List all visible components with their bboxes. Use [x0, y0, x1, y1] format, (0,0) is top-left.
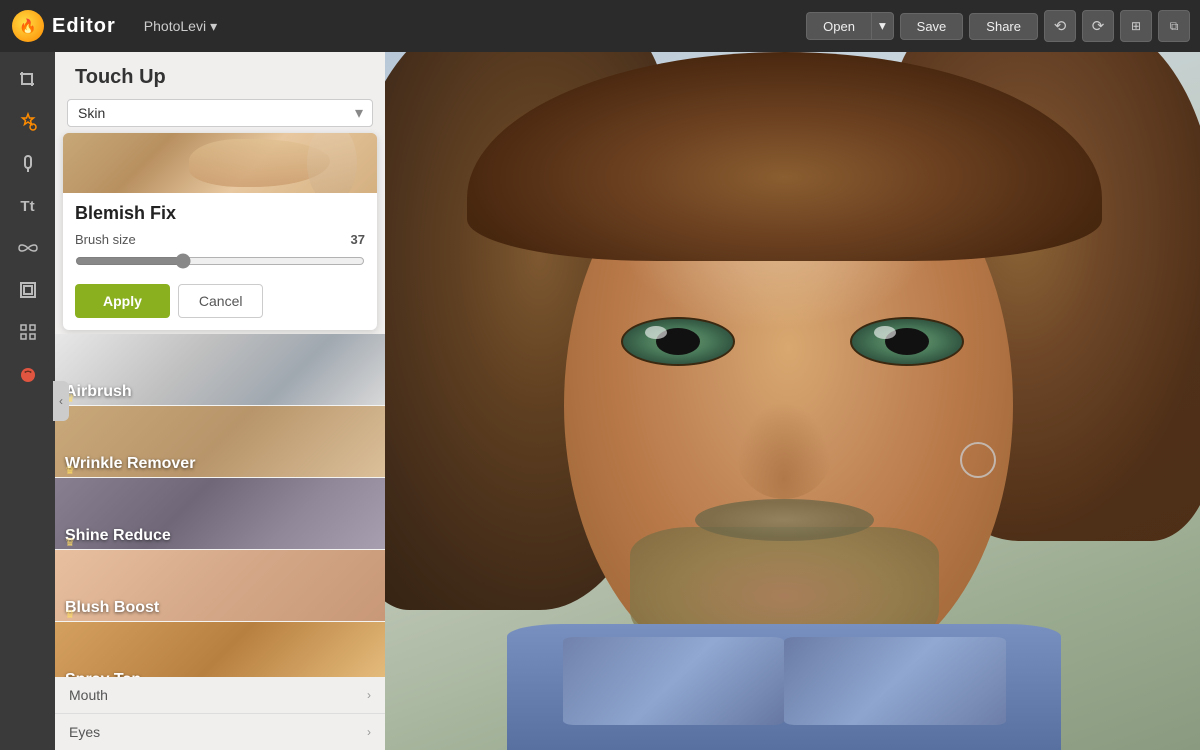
mouth-section-label: Mouth [69, 687, 108, 703]
share-button[interactable]: Share [969, 13, 1038, 40]
airbrush-item[interactable]: Airbrush ♛ [55, 334, 385, 406]
topbar-right: Open ▾ Save Share ⟲ ⟳ ⊞ ⧉ [340, 10, 1200, 42]
wrinkle-remover-item[interactable]: Wrinkle Remover ♛ [55, 406, 385, 478]
blush-boost-item[interactable]: Blush Boost ♛ [55, 550, 385, 622]
shine-reduce-item[interactable]: Shine Reduce ♛ [55, 478, 385, 550]
text-tool[interactable]: Tt [10, 188, 46, 224]
spray-tan-label: Spray Tan [55, 665, 385, 677]
skin-items-list: Airbrush ♛ Wrinkle Remover ♛ Shine Reduc… [55, 334, 385, 677]
airbrush-label: Airbrush [55, 377, 385, 405]
sticker-tool[interactable] [10, 356, 46, 392]
open-dropdown-arrow[interactable]: ▾ [871, 12, 894, 40]
photolevi-dropdown[interactable]: PhotoLevi ▾ [144, 18, 217, 35]
shine-reduce-label: Shine Reduce [55, 521, 385, 549]
frame-tool[interactable] [10, 272, 46, 308]
effects-tool[interactable] [10, 104, 46, 140]
spray-tan-item[interactable]: Spray Tan ♛ [55, 622, 385, 677]
shine-crown-icon: ♛ [65, 536, 75, 549]
wrinkle-remover-label: Wrinkle Remover [55, 449, 385, 477]
brush-size-slider[interactable] [75, 253, 365, 269]
mouth-section-header[interactable]: Mouth › [55, 677, 385, 713]
blemish-fix-card: Blemish Fix Brush size 37 Apply Cancel [63, 133, 377, 330]
skin-category-dropdown[interactable]: Skin Eyes Lips Eyebrows [67, 99, 373, 127]
redo-button[interactable]: ⟳ [1082, 10, 1114, 42]
mouth-section-arrow-icon: › [367, 688, 371, 702]
eyes-section-arrow-icon: › [367, 725, 371, 739]
crop-tool[interactable] [10, 62, 46, 98]
apply-button[interactable]: Apply [75, 284, 170, 318]
side-panel: Touch Up Skin Eyes Lips Eyebrows Blemish… [55, 52, 385, 750]
wrinkle-crown-icon: ♛ [65, 464, 75, 477]
brush-slider-wrap[interactable] [75, 253, 365, 274]
layers-button[interactable]: ⧉ [1158, 10, 1190, 42]
brush-size-row: Brush size 37 [75, 232, 365, 247]
blemish-buttons: Apply Cancel [75, 284, 365, 318]
cancel-button[interactable]: Cancel [178, 284, 264, 318]
logo-text: Editor [52, 15, 116, 38]
eyes-section-header[interactable]: Eyes › [55, 713, 385, 750]
blemish-card-preview [63, 133, 377, 193]
brush-size-value: 37 [351, 232, 365, 247]
blemish-card-body: Blemish Fix Brush size 37 Apply Cancel [63, 193, 377, 330]
eyes-section-label: Eyes [69, 724, 100, 740]
panel-title: Touch Up [55, 52, 385, 99]
sidebar-collapse-button[interactable]: ‹ [53, 381, 69, 421]
draw-tool[interactable] [10, 146, 46, 182]
texture-tool[interactable] [10, 314, 46, 350]
blush-boost-label: Blush Boost [55, 593, 385, 621]
image-view-button[interactable]: ⊞ [1120, 10, 1152, 42]
main-area: Tt [0, 52, 1200, 750]
blush-crown-icon: ♛ [65, 608, 75, 621]
effects2-tool[interactable] [10, 230, 46, 266]
save-button[interactable]: Save [900, 13, 964, 40]
blemish-title: Blemish Fix [75, 203, 365, 224]
left-toolbar: Tt [0, 52, 55, 750]
skin-select[interactable]: Skin Eyes Lips Eyebrows [67, 99, 373, 127]
photolevi-label: PhotoLevi [144, 18, 206, 34]
open-button-group: Open ▾ [806, 12, 894, 40]
undo-button[interactable]: ⟲ [1044, 10, 1076, 42]
canvas-area[interactable] [385, 52, 1200, 750]
photo-display [385, 52, 1200, 750]
logo-area: 🔥 Editor PhotoLevi ▾ [0, 10, 340, 42]
photolevi-arrow-icon: ▾ [210, 18, 217, 35]
brush-size-label: Brush size [75, 232, 136, 247]
logo-icon: 🔥 [12, 10, 44, 42]
open-button[interactable]: Open [806, 12, 871, 40]
topbar: 🔥 Editor PhotoLevi ▾ Open ▾ Save Share ⟲… [0, 0, 1200, 52]
